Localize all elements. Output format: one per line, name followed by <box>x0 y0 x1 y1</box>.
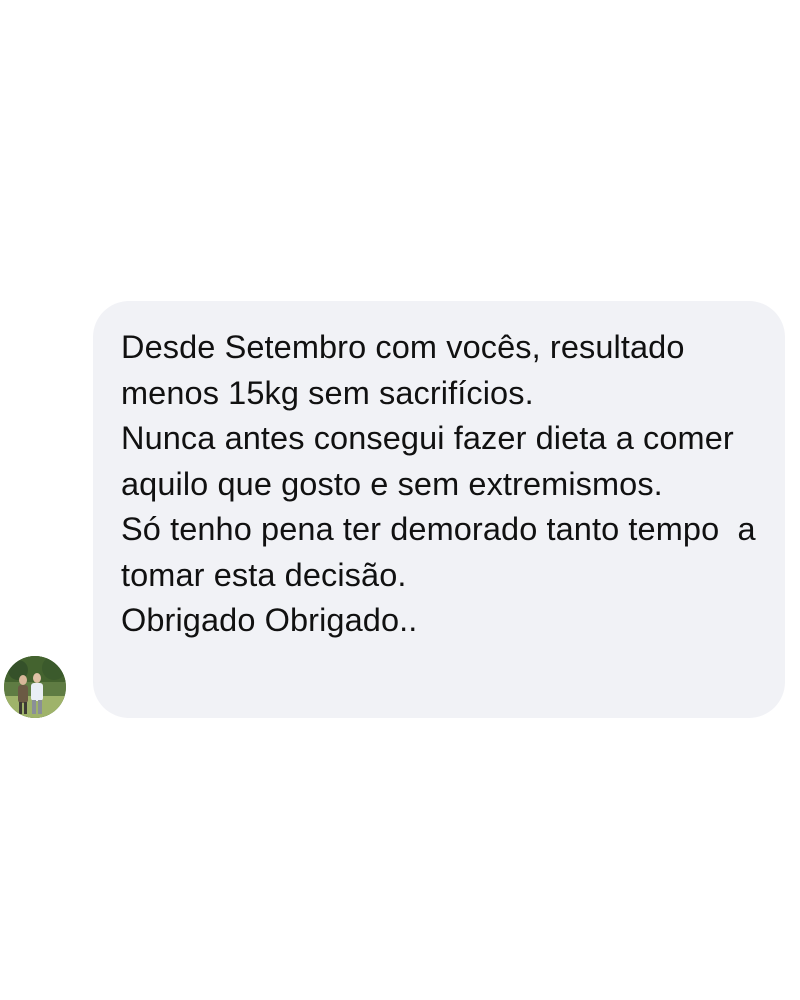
sender-avatar[interactable] <box>4 656 66 718</box>
message-paragraph-3: Só tenho pena ter demorado tanto tempo a… <box>121 511 765 593</box>
message-paragraph-2: Nunca antes consegui fazer dieta a comer… <box>121 420 743 502</box>
avatar-photo <box>4 656 66 718</box>
message-paragraph-1: Desde Setembro com vocês, resultado meno… <box>121 329 694 411</box>
message-paragraph-4: Obrigado Obrigado.. <box>121 602 418 638</box>
message-bubble[interactable]: Desde Setembro com vocês, resultado meno… <box>93 301 785 718</box>
message-row: Desde Setembro com vocês, resultado meno… <box>0 0 800 1000</box>
